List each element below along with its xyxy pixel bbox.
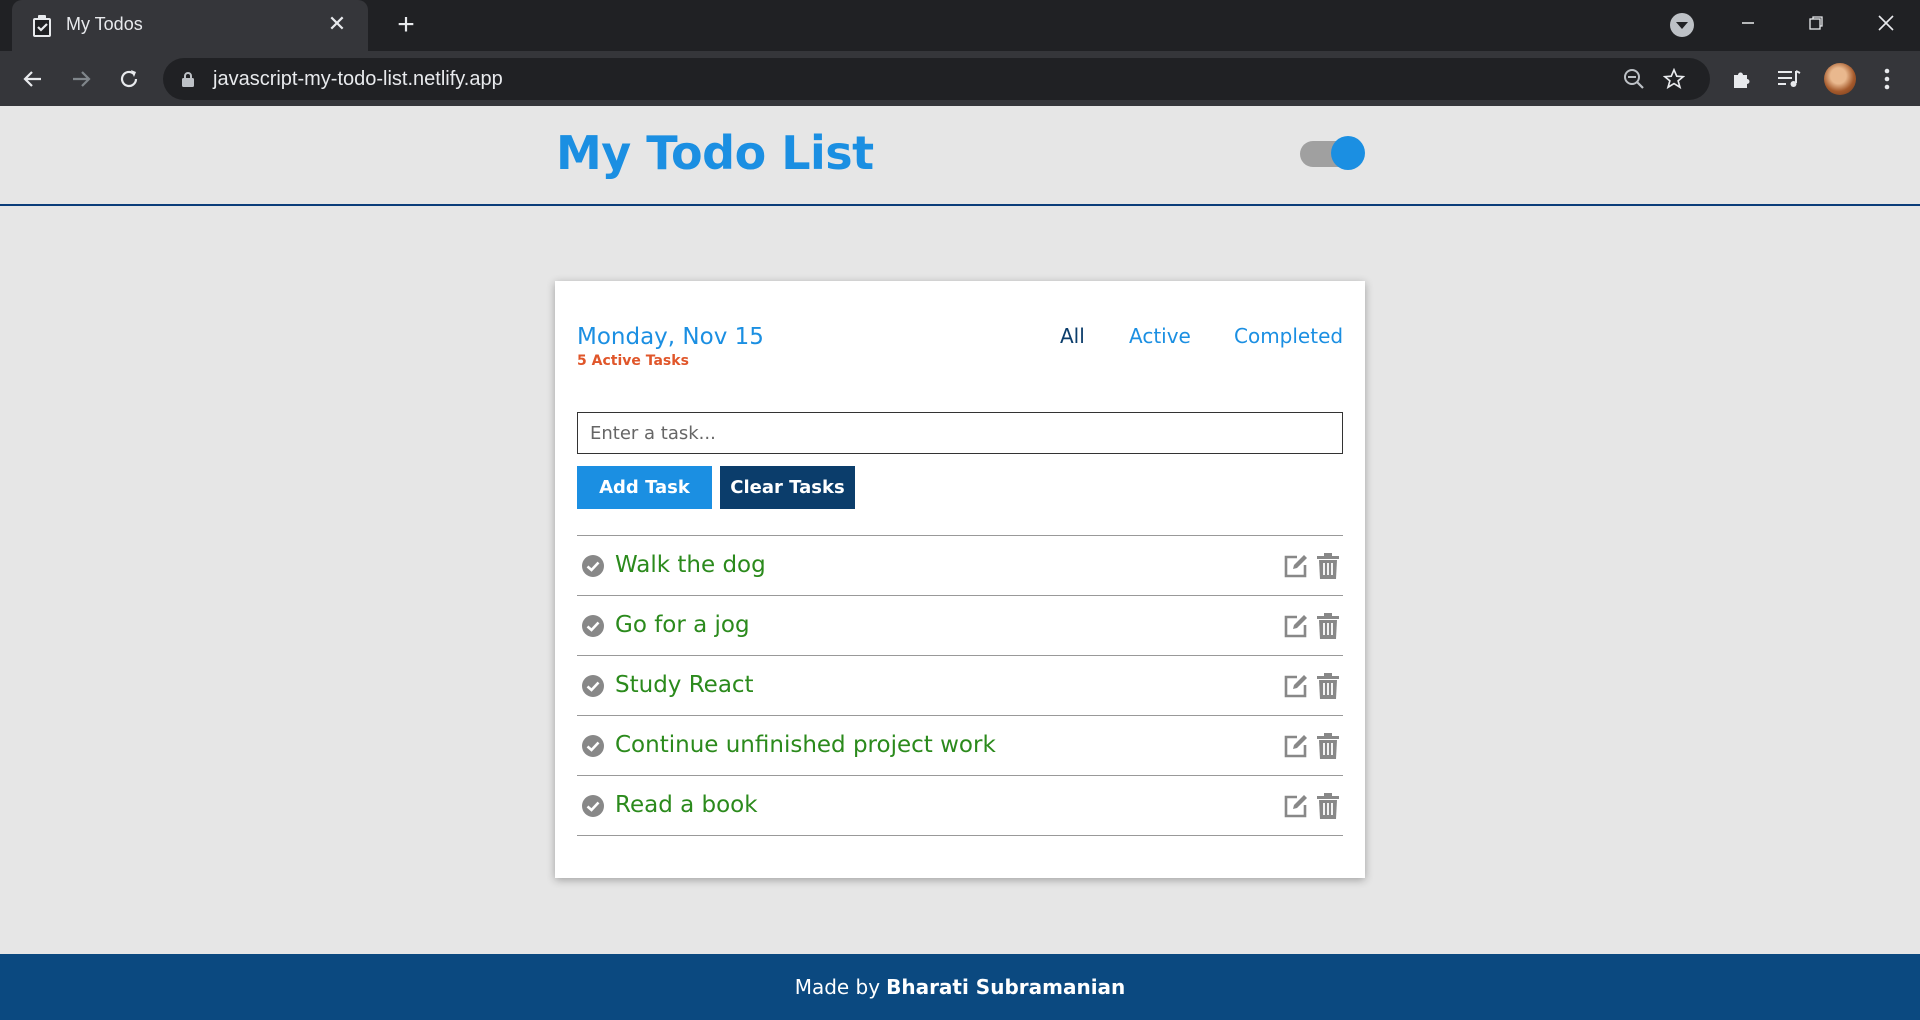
edit-icon[interactable]: [1283, 613, 1309, 639]
more-menu-icon[interactable]: [1873, 65, 1901, 93]
close-window-icon[interactable]: [1866, 6, 1906, 40]
zoom-out-icon[interactable]: [1622, 67, 1646, 91]
profile-avatar[interactable]: [1824, 63, 1856, 95]
trash-icon[interactable]: [1316, 793, 1340, 819]
active-task-count: 5 Active Tasks: [577, 353, 689, 369]
task-text[interactable]: Walk the dog: [615, 552, 766, 578]
task-item: Study React: [577, 656, 1343, 716]
add-task-button[interactable]: Add Task: [577, 466, 712, 509]
clipboard-check-icon: [33, 15, 51, 37]
extensions-icon[interactable]: [1728, 65, 1756, 93]
current-date: Monday, Nov 15: [577, 324, 764, 350]
trash-icon[interactable]: [1316, 733, 1340, 759]
task-text[interactable]: Continue unfinished project work: [615, 732, 996, 758]
toggle-knob: [1331, 136, 1365, 170]
media-control-icon[interactable]: [1775, 65, 1803, 93]
forward-icon[interactable]: [66, 64, 96, 94]
tab-title: My Todos: [66, 14, 143, 34]
filter-all[interactable]: All: [1060, 324, 1085, 348]
footer-author: Bharati Subramanian: [886, 975, 1126, 999]
task-input[interactable]: [577, 412, 1343, 454]
task-item: Read a book: [577, 776, 1343, 836]
theme-toggle[interactable]: [1300, 136, 1366, 170]
browser-tab-strip: My Todos ✕ +: [0, 0, 1920, 51]
address-bar[interactable]: javascript-my-todo-list.netlify.app: [163, 58, 1710, 100]
browser-toolbar: javascript-my-todo-list.netlify.app: [0, 51, 1920, 106]
url-text[interactable]: javascript-my-todo-list.netlify.app: [213, 68, 503, 91]
task-list: Walk the dog Go for a jog Study React Co…: [577, 535, 1343, 836]
app-title: My Todo List: [556, 126, 874, 180]
reload-icon[interactable]: [114, 64, 144, 94]
edit-icon[interactable]: [1283, 733, 1309, 759]
edit-icon[interactable]: [1283, 553, 1309, 579]
todo-card: Monday, Nov 15 5 Active Tasks All Active…: [555, 281, 1365, 878]
tab-search-icon[interactable]: [1670, 13, 1694, 37]
close-tab-icon[interactable]: ✕: [326, 13, 348, 35]
check-circle-icon[interactable]: [581, 794, 605, 818]
check-circle-icon[interactable]: [581, 554, 605, 578]
check-circle-icon[interactable]: [581, 614, 605, 638]
back-icon[interactable]: [18, 64, 48, 94]
new-tab-icon[interactable]: +: [392, 10, 420, 40]
trash-icon[interactable]: [1316, 673, 1340, 699]
clear-tasks-button[interactable]: Clear Tasks: [720, 466, 855, 509]
task-text[interactable]: Read a book: [615, 792, 758, 818]
task-text[interactable]: Go for a jog: [615, 612, 750, 638]
edit-icon[interactable]: [1283, 673, 1309, 699]
filter-completed[interactable]: Completed: [1234, 324, 1343, 348]
page-footer: Made by Bharati Subramanian: [0, 954, 1920, 1020]
trash-icon[interactable]: [1316, 613, 1340, 639]
edit-icon[interactable]: [1283, 793, 1309, 819]
check-circle-icon[interactable]: [581, 674, 605, 698]
trash-icon[interactable]: [1316, 553, 1340, 579]
lock-icon[interactable]: [181, 71, 195, 87]
minimize-icon[interactable]: [1728, 6, 1768, 40]
restore-icon[interactable]: [1796, 6, 1836, 40]
task-item: Continue unfinished project work: [577, 716, 1343, 776]
task-item: Walk the dog: [577, 536, 1343, 596]
footer-prefix: Made by: [794, 975, 881, 999]
task-text[interactable]: Study React: [615, 672, 754, 698]
filter-active[interactable]: Active: [1129, 324, 1191, 348]
browser-tab[interactable]: My Todos ✕: [12, 0, 368, 51]
task-item: Go for a jog: [577, 596, 1343, 656]
check-circle-icon[interactable]: [581, 734, 605, 758]
bookmark-star-icon[interactable]: [1662, 67, 1686, 91]
app-header: My Todo List: [0, 106, 1920, 206]
